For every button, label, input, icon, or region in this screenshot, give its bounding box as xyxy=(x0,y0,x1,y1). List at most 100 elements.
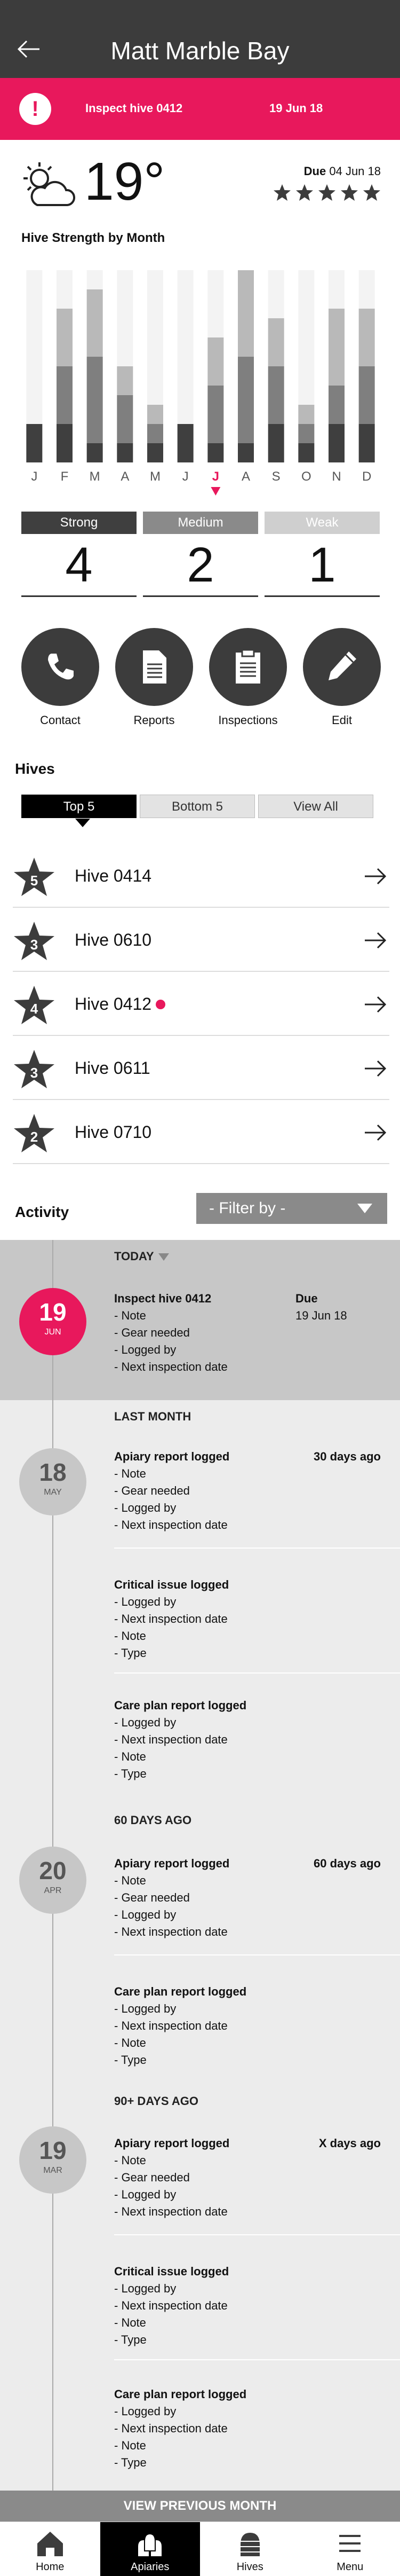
reports-label: Reports xyxy=(133,713,175,727)
activity-item[interactable]: Care plan report logged - Logged by - Next… xyxy=(114,2386,381,2471)
alert-banner[interactable]: ! Inspect hive 0412 19 Jun 18 xyxy=(0,78,400,140)
activity-meta: X days ago xyxy=(318,2137,381,2150)
hive-row[interactable]: 5 Hive 0414 xyxy=(13,844,389,908)
contact-button[interactable]: Contact xyxy=(21,628,99,727)
activity-detail: - Type xyxy=(114,2053,147,2067)
activity-item[interactable]: Care plan report logged - Logged by - Next… xyxy=(114,1983,381,2069)
rank-star-icon: 5 xyxy=(13,857,55,897)
hive-row[interactable]: 3 Hive 0611 xyxy=(13,1036,389,1100)
bar-segment-strong xyxy=(268,424,284,462)
reports-button[interactable]: Reports xyxy=(115,628,193,727)
arrow-right-icon[interactable] xyxy=(364,931,387,949)
arrow-right-icon[interactable] xyxy=(364,1124,387,1142)
temperature: 19° xyxy=(84,152,165,211)
exclamation-icon: ! xyxy=(19,93,51,125)
hive-strength-label: Hive Strength by Month xyxy=(21,231,165,245)
bar-segment-medium xyxy=(329,386,345,424)
x-tick-label[interactable]: A xyxy=(121,469,129,484)
tab-home-label: Home xyxy=(36,2561,65,2573)
edit-button[interactable]: Edit xyxy=(303,628,381,727)
activity-detail: - Logged by xyxy=(114,2002,177,2015)
home-icon xyxy=(37,2532,63,2556)
date-month: MAY xyxy=(44,1488,62,1497)
bar-segment-medium xyxy=(298,424,315,443)
x-tick-label[interactable]: D xyxy=(362,469,371,484)
arrow-right-icon[interactable] xyxy=(364,867,387,885)
inspections-button[interactable]: Inspections xyxy=(209,628,287,727)
due-label: Due xyxy=(303,164,326,178)
count-medium: 2 xyxy=(143,538,258,598)
tab-bottom-5[interactable]: Bottom 5 xyxy=(140,795,255,818)
section-today[interactable]: TODAY xyxy=(114,1250,169,1263)
x-tick-label[interactable]: J xyxy=(31,469,37,484)
x-tick-label[interactable]: F xyxy=(61,469,69,484)
arrow-right-icon[interactable] xyxy=(364,1059,387,1078)
hive-row[interactable]: 2 Hive 0710 xyxy=(13,1100,389,1164)
star-icon xyxy=(296,184,313,201)
hives-tabs: Top 5 Bottom 5 View All xyxy=(21,795,373,827)
x-tick-label[interactable]: S xyxy=(272,469,281,484)
activity-detail: - Type xyxy=(114,2333,147,2346)
bar-segment-weak xyxy=(57,309,73,366)
activity-detail: - Logged by xyxy=(114,2282,177,2295)
view-previous-month-button[interactable]: VIEW PREVIOUS MONTH xyxy=(0,2491,400,2522)
arrow-right-icon[interactable] xyxy=(364,995,387,1014)
due-date: Due 04 Jun 18 xyxy=(304,164,381,178)
hive-name: Hive 0611 xyxy=(75,1058,150,1078)
star-icon xyxy=(318,184,335,201)
hive-rank: 2 xyxy=(30,1129,38,1145)
activity-detail: - Logged by xyxy=(114,1595,177,1608)
activity-detail: - Note xyxy=(114,2439,146,2452)
tab-hives[interactable]: Hives xyxy=(200,2522,300,2576)
activity-detail: - Logged by xyxy=(114,1716,177,1729)
x-tick-label[interactable]: M xyxy=(150,469,161,484)
activity-detail: - Note xyxy=(114,1874,146,1887)
bar-segment-medium xyxy=(268,366,284,424)
bar-segment-medium xyxy=(358,366,375,424)
activity-item[interactable]: Inspect hive 0412 Due 19 Jun 18- Note - Gea… xyxy=(114,1290,381,1376)
activity-item[interactable]: Care plan report logged - Logged by - Next… xyxy=(114,1697,381,1782)
x-tick-label[interactable]: J xyxy=(182,469,189,484)
activity-heading: Activity xyxy=(15,1204,69,1220)
tab-apiaries[interactable]: Apiaries xyxy=(100,2522,200,2576)
tab-home[interactable]: Home xyxy=(0,2522,100,2576)
x-tick-label[interactable]: O xyxy=(301,469,311,484)
hive-row[interactable]: 3 Hive 0610 xyxy=(13,908,389,972)
x-tick-label[interactable]: A xyxy=(242,469,250,484)
hive-rank: 3 xyxy=(30,937,38,953)
date-badge: 18 MAY xyxy=(19,1448,86,1515)
bar-segment-weak xyxy=(238,270,254,357)
tab-top-5[interactable]: Top 5 xyxy=(21,795,137,827)
activity-detail: - Logged by xyxy=(114,1501,177,1514)
activity-item[interactable]: Apiary report logged 60 days ago - Note - G… xyxy=(114,1855,381,1941)
bar-segment-strong xyxy=(238,443,254,462)
x-tick-label[interactable]: M xyxy=(90,469,100,484)
activity-item[interactable]: Apiary report logged 30 days ago - Note - G… xyxy=(114,1448,381,1534)
hive-strength-chart: JFMAMJJASOND xyxy=(26,270,375,496)
activity-item[interactable]: Critical issue logged - Logged by - Next i… xyxy=(114,1576,381,1662)
activity-detail: - Logged by xyxy=(114,2188,177,2201)
legend-medium: Medium xyxy=(143,512,258,534)
hive-row[interactable]: 4 Hive 0412 xyxy=(13,972,389,1036)
bar-segment-medium xyxy=(238,357,254,443)
bar-segment-strong xyxy=(86,443,103,462)
filter-dropdown[interactable]: - Filter by - xyxy=(196,1193,387,1224)
hives-heading: Hives xyxy=(15,760,55,777)
hive-rank: 5 xyxy=(30,873,38,889)
tab-menu[interactable]: Menu xyxy=(300,2522,400,2576)
tab-apiaries-label: Apiaries xyxy=(131,2561,170,2573)
tab-menu-label: Menu xyxy=(337,2561,364,2573)
date-day: 19 xyxy=(39,2137,67,2164)
tab-view-all[interactable]: View All xyxy=(258,795,373,818)
activity-detail: - Next inspection date xyxy=(114,2019,228,2032)
bar-segment-weak xyxy=(117,366,133,395)
edit-label: Edit xyxy=(332,713,352,727)
x-tick-label[interactable]: J xyxy=(212,469,219,484)
divider xyxy=(114,2359,400,2360)
x-tick-label[interactable]: N xyxy=(332,469,341,484)
activity-item[interactable]: Critical issue logged - Logged by - Next i… xyxy=(114,2263,381,2349)
activity-detail: - Note xyxy=(114,2316,146,2329)
activity-item[interactable]: Apiary report logged X days ago - Note - Ge… xyxy=(114,2135,381,2220)
bar-segment-weak xyxy=(329,309,345,386)
bottom-tab-bar: Home Apiaries Hives Menu xyxy=(0,2522,400,2576)
